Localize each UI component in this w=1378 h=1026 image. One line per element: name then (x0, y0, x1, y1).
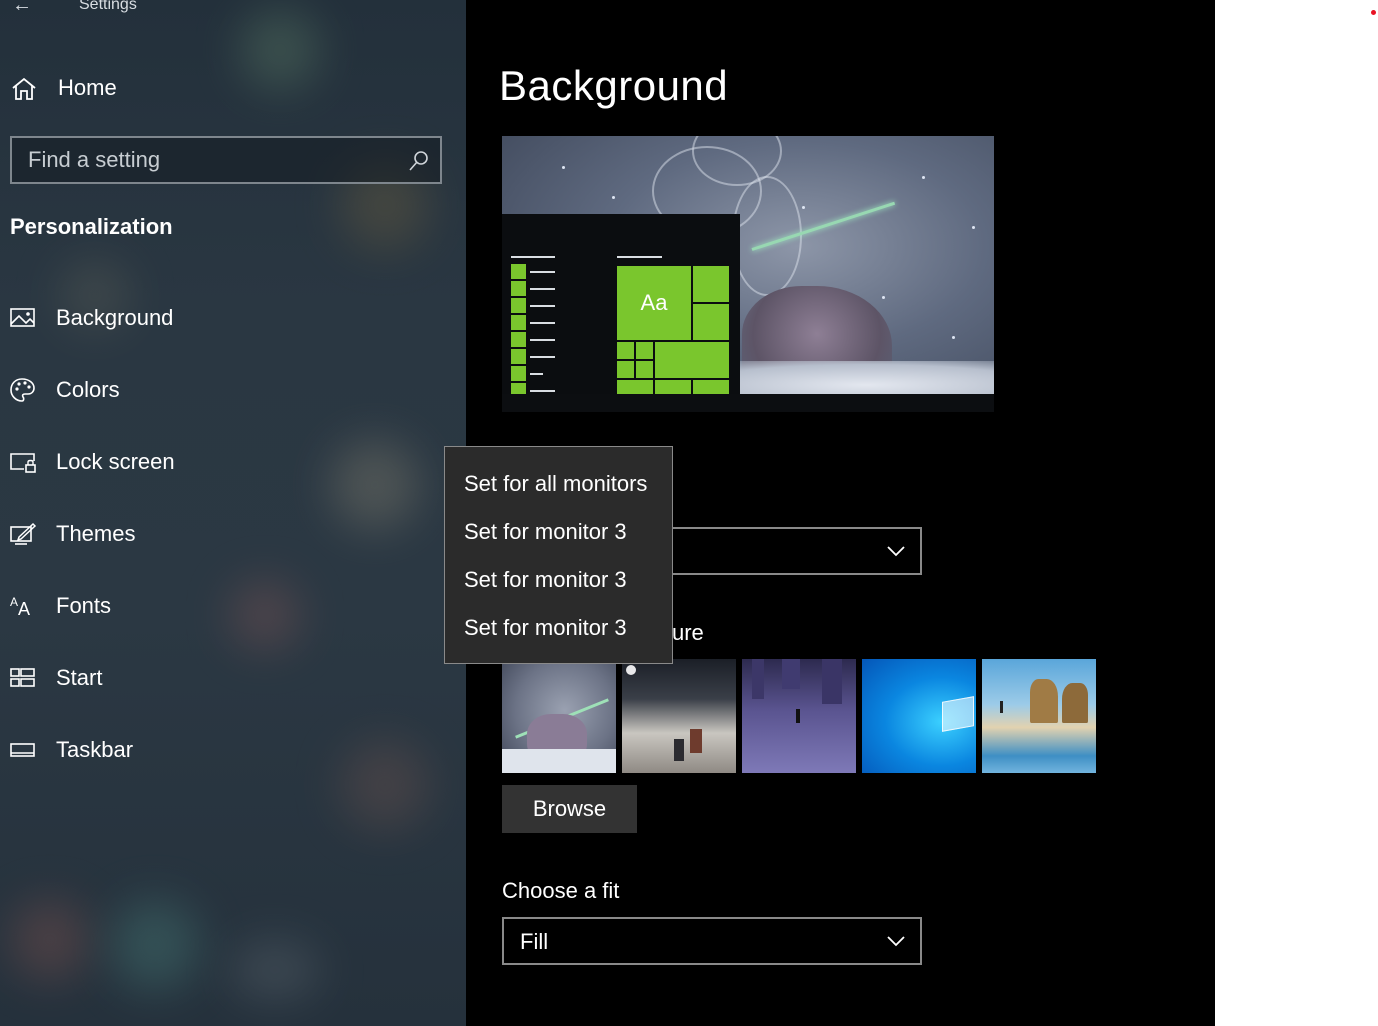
sidebar-item-background[interactable]: Background (0, 290, 466, 346)
svg-text:A: A (18, 599, 30, 619)
notification-dot (1371, 10, 1376, 15)
taskbar-icon (10, 743, 35, 757)
window-title: Settings (79, 0, 137, 13)
menu-item-set-monitor[interactable]: Set for monitor 3 (445, 604, 672, 652)
choose-picture-label: ure (672, 620, 704, 645)
taskbar-preview (502, 394, 994, 412)
sidebar-item-label: Taskbar (56, 737, 134, 762)
sidebar-item-lock-screen[interactable]: Lock screen (0, 434, 466, 490)
section-title: Personalization (10, 214, 173, 239)
sidebar-item-label: Start (56, 665, 103, 690)
browse-button[interactable]: Browse (502, 785, 637, 833)
wallpaper-thumbnail-3[interactable] (742, 659, 856, 773)
chevron-down-icon (887, 936, 905, 947)
sidebar: ← Settings Home Personalization Backgrou… (0, 0, 466, 1026)
menu-item-set-monitor[interactable]: Set for monitor 3 (445, 508, 672, 556)
sidebar-item-taskbar[interactable]: Taskbar (0, 722, 466, 778)
back-arrow-icon[interactable]: ← (12, 0, 32, 17)
sidebar-item-label: Fonts (56, 593, 112, 618)
wallpaper-thumbnail-5[interactable] (982, 659, 1096, 773)
sidebar-item-start[interactable]: Start (0, 650, 466, 706)
picture-thumbnails (502, 659, 1102, 773)
search-input[interactable] (12, 138, 402, 182)
fonts-icon: A A (10, 595, 30, 619)
desktop-preview: Aa (502, 136, 994, 412)
menu-item-label: Set for monitor 3 (464, 567, 627, 592)
svg-text:A: A (10, 595, 18, 609)
sidebar-item-label: Colors (56, 377, 120, 402)
search-icon[interactable] (408, 150, 430, 172)
sidebar-item-themes[interactable]: Themes (0, 506, 466, 562)
sidebar-item-fonts[interactable]: A A Fonts (0, 578, 466, 634)
nav-home[interactable]: Home (0, 64, 466, 114)
preview-tile-aa: Aa (617, 266, 691, 340)
page-title: Background (499, 62, 729, 109)
fit-dropdown-value: Fill (520, 929, 549, 954)
start-icon (10, 668, 35, 687)
chevron-down-icon (887, 546, 905, 557)
lock-screen-icon (10, 453, 36, 473)
sidebar-item-label: Lock screen (56, 449, 175, 474)
home-icon (12, 77, 36, 100)
palette-icon (10, 378, 35, 402)
wallpaper-thumbnail-1[interactable] (502, 659, 616, 773)
settings-window: ← Settings Home Personalization Backgrou… (0, 0, 1378, 1026)
themes-icon (10, 522, 37, 545)
choose-fit-label: Choose a fit (502, 878, 620, 903)
menu-item-label: Set for all monitors (464, 471, 648, 496)
sidebar-item-colors[interactable]: Colors (0, 362, 466, 418)
menu-item-set-monitor[interactable]: Set for monitor 3 (445, 556, 672, 604)
wallpaper-thumbnail-2[interactable] (622, 659, 736, 773)
start-menu-preview: Aa (502, 214, 740, 398)
picture-icon (10, 308, 35, 327)
sidebar-item-label: Themes (56, 521, 136, 546)
menu-item-label: Set for monitor 3 (464, 519, 627, 544)
wallpaper-thumbnail-4[interactable] (862, 659, 976, 773)
nav-home-label: Home (58, 75, 117, 100)
menu-item-label: Set for monitor 3 (464, 615, 627, 640)
context-menu: Set for all monitors Set for monitor 3 S… (444, 446, 673, 664)
menu-item-set-all-monitors[interactable]: Set for all monitors (445, 460, 672, 508)
fit-dropdown[interactable]: Fill (502, 917, 922, 965)
search-box[interactable] (10, 136, 442, 184)
title-bar: ← Settings (0, 0, 466, 22)
sidebar-item-label: Background (56, 305, 174, 330)
